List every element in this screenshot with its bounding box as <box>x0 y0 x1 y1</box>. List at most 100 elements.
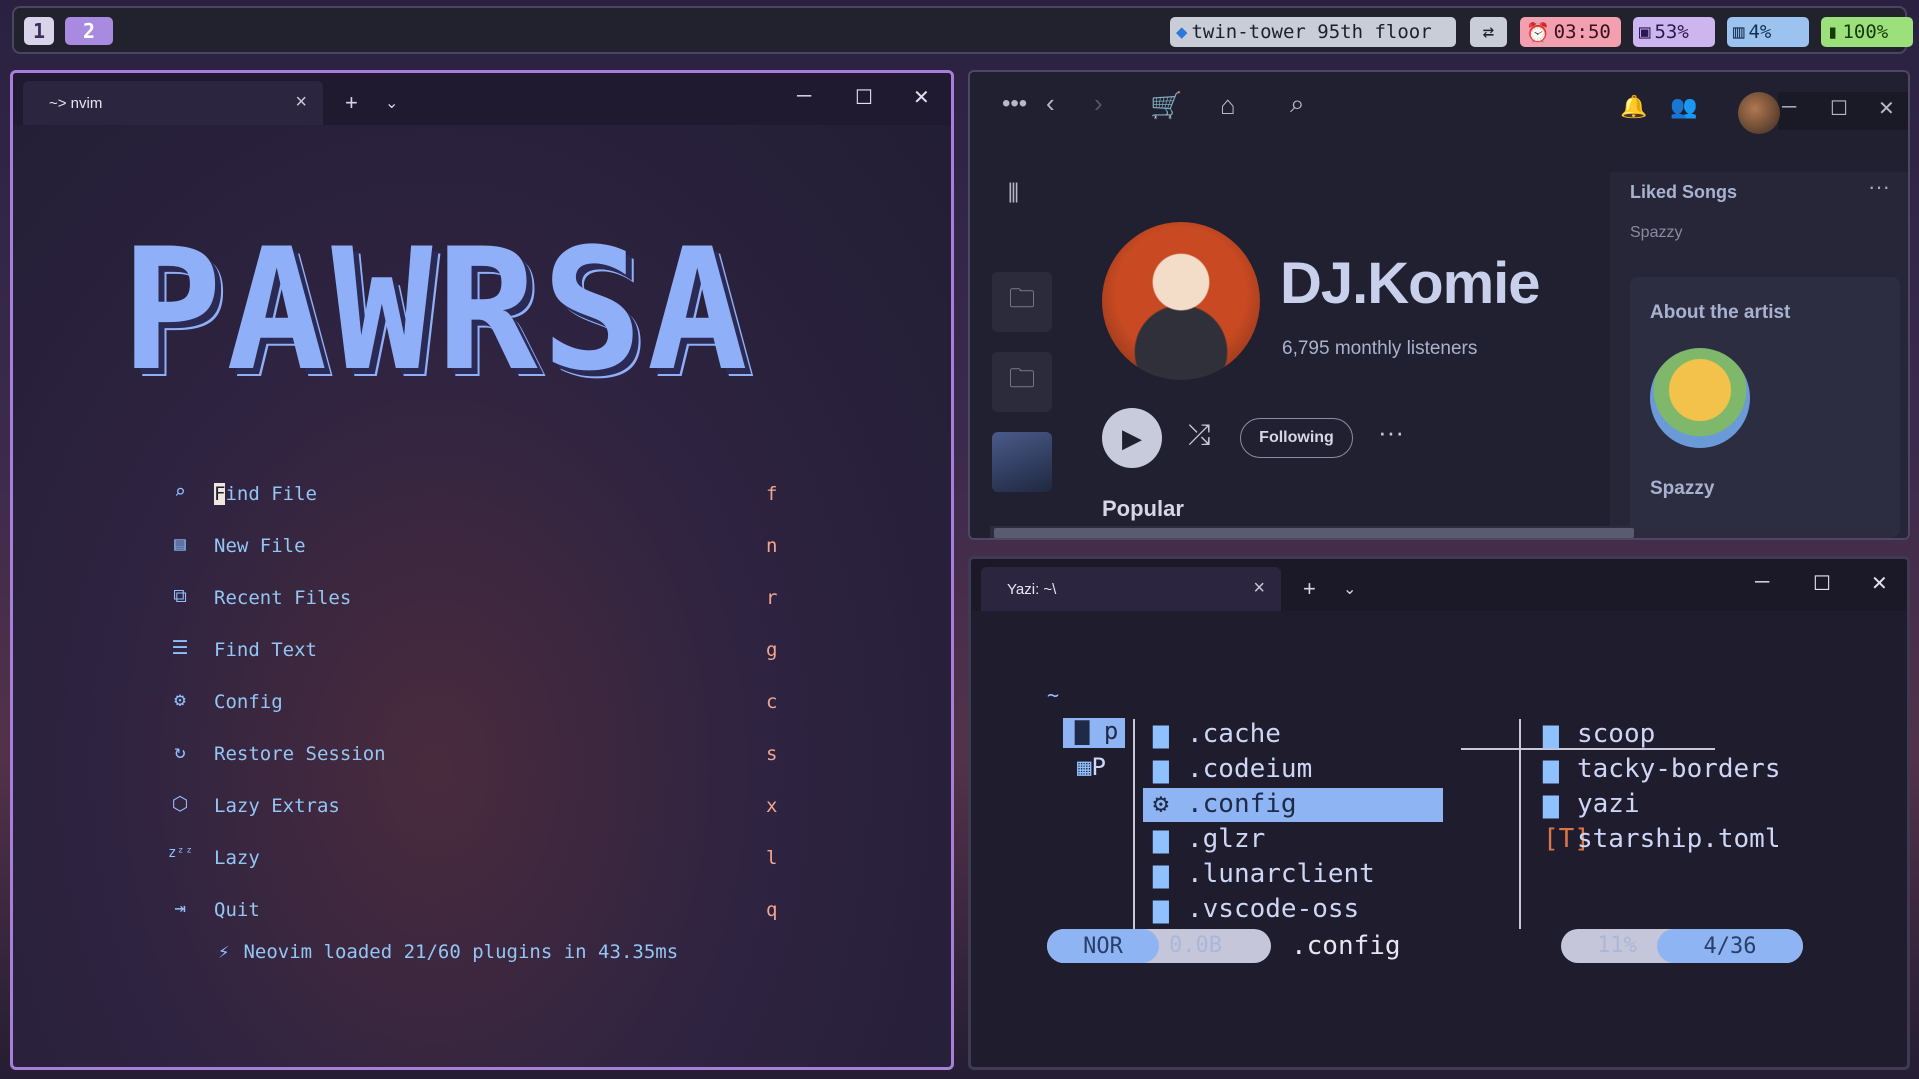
parent-item-label: P <box>1091 753 1106 781</box>
library-folder-icon[interactable]: 🗀 <box>992 352 1052 412</box>
close-icon[interactable]: × <box>295 91 307 114</box>
file-name: yazi <box>1577 789 1640 819</box>
monthly-listeners: 6,795 monthly listeners <box>1282 338 1478 359</box>
file-row[interactable]: ▆ .vscode-oss <box>1153 894 1359 928</box>
menu-config[interactable]: ⚙ Config c <box>168 681 788 721</box>
menu-lazy[interactable]: zᶻᶻ Lazy l <box>168 837 788 877</box>
popular-heading: Popular <box>1102 496 1184 521</box>
menu-new-file[interactable]: ▤ New File n <box>168 525 788 565</box>
bell-icon[interactable]: 🔔 <box>1620 94 1647 120</box>
file-row[interactable]: ▆ .lunarclient <box>1153 859 1375 893</box>
text-search-icon: ☰ <box>171 637 189 659</box>
preview-row[interactable]: ▆ tacky-borders <box>1543 754 1781 788</box>
folder-icon: ▆ <box>1543 789 1559 819</box>
more-options-icon[interactable]: ··· <box>1378 417 1404 448</box>
window-close-icon[interactable]: ✕ <box>913 85 930 110</box>
user-avatar[interactable] <box>1738 92 1780 134</box>
swap-widget[interactable]: ⇄ <box>1470 17 1507 47</box>
search-icon[interactable]: ⌕ <box>1290 88 1305 120</box>
cpu-widget: ▥ 4% <box>1727 17 1809 47</box>
workspace-2-button[interactable]: 2 <box>65 17 113 45</box>
yazi-tab-label: Yazi: ~\ <box>1007 581 1057 598</box>
window-close-icon[interactable]: ✕ <box>1871 571 1888 596</box>
menu-label: Find File <box>214 483 317 505</box>
maximize-icon[interactable]: ☐ <box>1830 96 1848 121</box>
menu-label: Quit <box>214 899 260 921</box>
horizontal-scrollbar[interactable] <box>990 526 1890 538</box>
menu-label: Config <box>214 691 283 713</box>
menu-quit[interactable]: ⇥ Quit q <box>168 889 788 929</box>
menu-label: Restore Session <box>214 743 386 765</box>
folder-icon: ▆ <box>1153 719 1169 749</box>
menu-find-file[interactable]: ⌕ Find File f <box>168 473 788 513</box>
menu-label: New File <box>214 535 306 557</box>
shuffle-icon[interactable]: ⤮ <box>1188 419 1210 452</box>
menu-find-text[interactable]: ☰ Find Text g <box>168 629 788 669</box>
back-arrow-icon[interactable]: ‹ <box>1046 88 1055 119</box>
following-button[interactable]: Following <box>1240 418 1353 458</box>
chevron-down-icon[interactable]: ⌄ <box>385 93 398 113</box>
chevron-down-icon[interactable]: ⌄ <box>1343 579 1356 599</box>
file-row[interactable]: ▆ .glzr <box>1153 824 1265 858</box>
position-indicator: 11% 4/36 <box>1561 929 1803 963</box>
preview-row[interactable]: ▆ yazi <box>1543 789 1640 823</box>
cart-icon[interactable]: 🛒 <box>1150 90 1182 121</box>
new-tab-plus-icon[interactable]: + <box>1303 576 1316 602</box>
exit-icon: ⇥ <box>174 897 186 919</box>
folder-icon: ▆ <box>1153 859 1169 889</box>
location-text: twin-tower 95th floor <box>1191 21 1432 43</box>
building-icon: ▦ <box>1077 753 1092 781</box>
menu-key: r <box>766 587 778 609</box>
more-menu-icon[interactable]: ••• <box>1002 90 1027 118</box>
menu-key: f <box>766 483 778 505</box>
mode-label: NOR <box>1047 929 1159 963</box>
menu-lazy-extras[interactable]: ⬡ Lazy Extras x <box>168 785 788 825</box>
home-icon[interactable]: ⌂ <box>1220 90 1236 121</box>
file-name: starship.toml <box>1577 824 1781 854</box>
close-icon[interactable]: × <box>1253 577 1265 600</box>
yazi-tab[interactable]: Yazi: ~\ × <box>981 567 1281 611</box>
library-icon[interactable]: ⫴ <box>1008 178 1019 210</box>
friends-icon[interactable]: 👥 <box>1670 94 1697 120</box>
library-folder-icon[interactable]: 🗀 <box>992 272 1052 332</box>
file-name: .config <box>1187 789 1297 819</box>
play-button[interactable]: ▶ <box>1102 408 1162 468</box>
cpu-text: 4% <box>1748 21 1772 43</box>
new-tab-plus-icon[interactable]: + <box>345 90 358 116</box>
maximize-icon[interactable]: ☐ <box>1813 571 1831 596</box>
preview-row[interactable]: [T]starship.toml <box>1543 824 1781 858</box>
file-name: .lunarclient <box>1187 859 1375 889</box>
floppy-disk-icon: ▣ <box>1639 21 1651 43</box>
parent-item[interactable]: ▇ p <box>1075 717 1118 745</box>
menu-restore-session[interactable]: ↻ Restore Session s <box>168 733 788 773</box>
about-artist-image <box>1650 348 1750 448</box>
playlist-thumbnail[interactable] <box>992 432 1052 492</box>
nvim-tab[interactable]: ~> nvim × <box>23 81 323 125</box>
window-close-icon[interactable]: ✕ <box>1878 96 1895 121</box>
minimize-icon[interactable]: ─ <box>1782 96 1796 119</box>
search-icon: ⌕ <box>174 481 186 503</box>
forward-arrow-icon[interactable]: › <box>1094 88 1103 119</box>
file-name: tacky-borders <box>1577 754 1781 784</box>
text-cursor: F <box>214 483 226 505</box>
file-row[interactable]: ▆ .cache <box>1153 719 1281 753</box>
scrollbar-thumb[interactable] <box>994 528 1634 538</box>
minimize-icon[interactable]: ─ <box>797 85 811 108</box>
spotify-topbar: ••• ‹ › 🛒 ⌂ ⌕ 🔔 👥 ─ ☐ ✕ <box>970 72 1908 134</box>
folder-icon: ▆ <box>1153 824 1169 854</box>
startup-stats-text: Neovim loaded 21/60 plugins in 43.35ms <box>243 941 679 963</box>
file-row[interactable]: ▆ .codeium <box>1153 754 1312 788</box>
menu-recent-files[interactable]: ⧉ Recent Files r <box>168 577 788 617</box>
sleep-icon: zᶻᶻ <box>168 845 194 861</box>
file-row-selected[interactable]: ⚙ .config <box>1153 789 1297 823</box>
clock-text: 03:50 <box>1553 21 1611 43</box>
column-divider <box>1519 719 1521 929</box>
parent-item[interactable]: ▦P <box>1077 753 1106 781</box>
maximize-icon[interactable]: ☐ <box>855 85 873 110</box>
preview-row[interactable]: ▆ scoop <box>1543 719 1655 753</box>
menu-label: Lazy <box>214 847 260 869</box>
workspace-1-button[interactable]: 1 <box>24 17 54 45</box>
more-options-icon[interactable]: ··· <box>1868 174 1890 200</box>
gear-icon: ⚙ <box>174 689 186 711</box>
minimize-icon[interactable]: ─ <box>1755 571 1769 594</box>
